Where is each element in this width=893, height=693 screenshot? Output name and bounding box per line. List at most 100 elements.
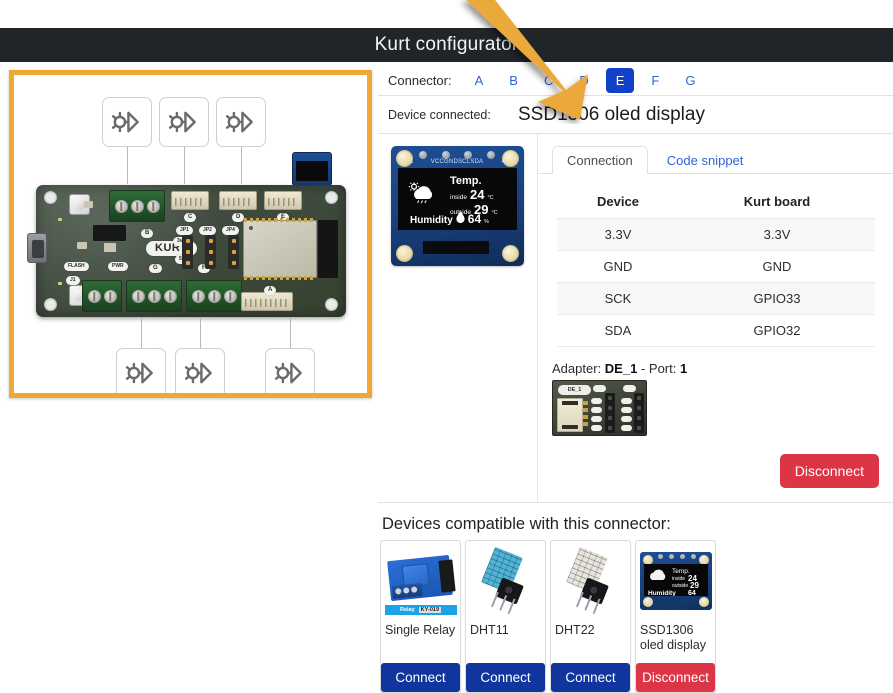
terminal-screw [131,200,144,213]
ic-chip [93,225,126,241]
connector-tab-c[interactable]: C [535,70,562,91]
adapter-image: DE_1 [552,380,647,436]
adapter-port-value: 1 [680,361,687,376]
board-label-a: A [264,286,276,295]
terminal-block-g[interactable] [126,280,182,312]
pin-number-right: 4 [502,159,505,165]
lead-line-bottom-2 [200,318,201,348]
cell-device-pin: GND [557,251,680,283]
disconnect-button[interactable]: Disconnect [780,454,879,488]
jumper-header-jp1[interactable] [182,235,193,269]
usb-connector [27,233,47,263]
board-connected-oled-thumb[interactable] [292,152,332,186]
adapter-jst-connector [557,398,583,432]
table-row: GND GND [557,251,875,283]
relay-header [438,559,455,592]
relay-caption-text: Relay [400,607,415,613]
mount-hole [44,298,57,311]
page-title: Kurt configurator [375,34,519,56]
plug-icon [167,105,201,139]
smd-component [77,242,87,249]
table-row: SCK GPIO33 [557,283,875,315]
esp32-antenna-shield [318,220,338,278]
adapter-pin-label [591,425,602,431]
connector-tab-b[interactable]: B [500,70,527,91]
jumper-header-jp2[interactable] [205,235,216,269]
terminal-block-b[interactable] [109,190,165,222]
led-power [58,218,62,221]
device-card-single-relay[interactable]: Relay KY-019 Single Relay Connect [380,540,461,693]
oled-humidity-label: Humidity [410,215,453,226]
device-card-dht22[interactable]: DHT22 Connect [550,540,631,693]
kurt-board-diagram[interactable]: C D E B G F A KURT JP1 JP2 JP4 JP5 3v3 5… [14,75,367,393]
oled-temp-title: Temp. [450,175,498,187]
plug-slot-bottom-3[interactable] [265,348,315,393]
device-pin-row [419,150,495,159]
connect-button-single-relay[interactable]: Connect [381,663,460,692]
device-image-cell: 1 4 VCCGNDSCLSDA Tem [378,134,538,502]
connector-tab-a[interactable]: A [466,70,493,91]
board-label-jp1: JP1 [176,226,193,235]
kurt-board-panel[interactable]: C D E B G F A KURT JP1 JP2 JP4 JP5 3v3 5… [9,70,372,398]
mount-hole [325,191,338,204]
smd-component [104,243,116,252]
jst-connector-e[interactable] [264,191,302,210]
relay-part-number: KY-019 [419,607,441,613]
tab-connection[interactable]: Connection [552,146,648,174]
mount-hole [502,245,519,262]
tab-code-snippet[interactable]: Code snippet [652,146,759,174]
terminal-screw [132,290,145,303]
adapter-header-2 [634,393,644,433]
mount-hole [396,245,413,262]
plug-icon [224,105,258,139]
device-card-dht11[interactable]: DHT11 Connect [465,540,546,693]
column-header-kurt-board: Kurt board [680,188,875,219]
svg-text:inside: inside [672,576,685,582]
connector-label: Connector: [388,73,452,88]
adapter-header-1 [605,393,615,433]
cell-board-pin: GPIO33 [680,283,875,315]
board-label-pwr: PWR [108,262,128,271]
configurator-panel: Connector: A B C D E F G Device connecte… [378,66,893,690]
table-row: 3.3V 3.3V [557,219,875,251]
lead-line-top-1 [127,147,128,184]
connect-button-dht22[interactable]: Connect [551,663,630,692]
device-card-ssd1306[interactable]: Temp. inside 24 outside 29 Humidity 64 [635,540,716,693]
jumper-header-jp4[interactable] [228,235,239,269]
plug-slot-bottom-1[interactable] [116,348,166,393]
device-detail-main: Connection Code snippet Device Kurt boar… [538,134,893,502]
plug-slot-top-1[interactable] [102,97,152,147]
device-connected-row: Device connected: SSD1306 oled display [378,96,893,134]
connector-tab-d[interactable]: D [570,70,597,91]
connect-button-dht11[interactable]: Connect [466,663,545,692]
adapter-pin-label [591,407,602,413]
terminal-screw [164,290,177,303]
connector-tab-e[interactable]: E [606,68,635,93]
jst-connector-c[interactable] [171,191,209,210]
cell-device-pin: SDA [557,315,680,347]
oled-screen-preview: Temp. inside 24 outside 29 Humidity 64 [644,564,708,596]
oled-outside-unit: °C [491,210,497,216]
pin-number-left: 1 [410,159,413,165]
relay-caption: Relay KY-019 [385,605,457,615]
svg-text:64: 64 [688,590,696,596]
device-thumb-single-relay: Relay KY-019 [381,541,460,621]
terminal-block-f[interactable] [186,280,242,312]
plug-slot-top-3[interactable] [216,97,266,147]
jst-connector-d[interactable] [219,191,257,210]
cell-board-pin: GPIO32 [680,315,875,347]
connector-tab-f[interactable]: F [642,70,668,91]
disconnect-button-ssd1306[interactable]: Disconnect [636,663,715,692]
device-connected-label: Device connected: [378,108,500,122]
connector-tab-g[interactable]: G [676,70,704,91]
plug-slot-top-2[interactable] [159,97,209,147]
mount-hole [325,298,338,311]
esp32-module [243,220,317,278]
plug-slot-bottom-2[interactable] [175,348,225,393]
svg-text:outside: outside [672,583,688,589]
lead-line-bottom-3 [290,318,291,348]
svg-text:Humidity: Humidity [648,590,676,596]
adapter-pin-label [623,385,636,392]
terminal-screw [208,290,221,303]
terminal-block-left[interactable] [82,280,122,312]
